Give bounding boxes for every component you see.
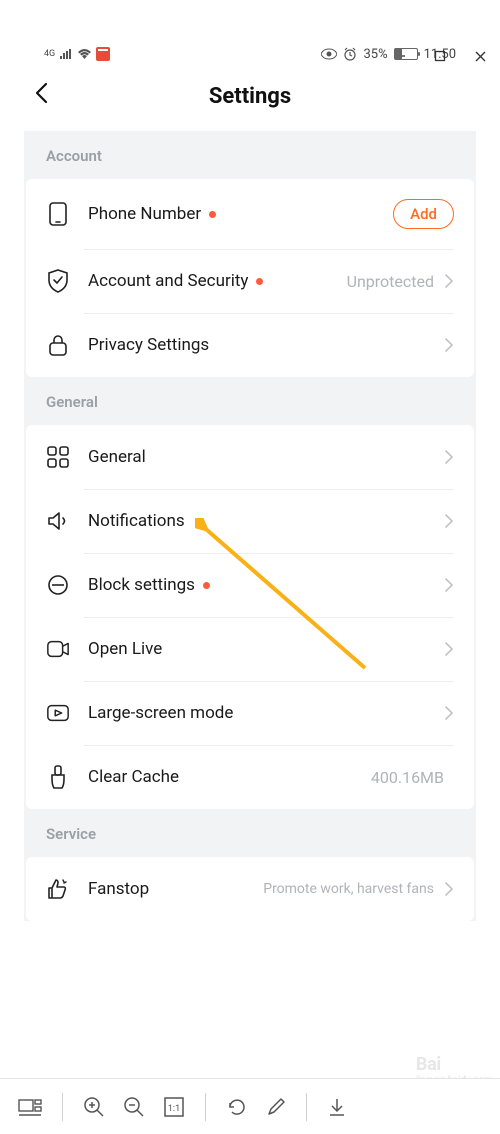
- video-icon: [46, 637, 70, 661]
- zoom-out-button[interactable]: [123, 1096, 145, 1118]
- shield-icon: [46, 269, 70, 293]
- row-value: 400.16MB: [371, 768, 444, 787]
- rotate-button[interactable]: [226, 1096, 248, 1118]
- chevron-right-icon: [444, 449, 454, 465]
- chevron-right-icon: [444, 881, 454, 897]
- window-close-button[interactable]: [472, 48, 488, 64]
- row-large-screen[interactable]: Large-screen mode: [26, 681, 474, 745]
- grid-icon: [46, 445, 70, 469]
- eye-icon: [321, 48, 337, 60]
- row-label: Block settings: [88, 575, 195, 595]
- row-notifications[interactable]: Notifications: [26, 489, 474, 553]
- zoom-in-button[interactable]: [83, 1096, 105, 1118]
- back-button[interactable]: [30, 80, 56, 106]
- lock-icon: [46, 333, 70, 357]
- chevron-right-icon: [444, 705, 454, 721]
- svg-text:1:1: 1:1: [168, 1104, 180, 1114]
- signal-icon: [59, 48, 73, 60]
- speaker-icon: [46, 509, 70, 533]
- wifi-icon: [77, 48, 92, 60]
- toolbar-divider: [306, 1093, 307, 1121]
- section-header-account: Account: [24, 131, 476, 179]
- actual-size-button[interactable]: 1:1: [163, 1096, 185, 1118]
- row-value: Unprotected: [347, 272, 434, 291]
- chevron-right-icon: [444, 337, 454, 353]
- download-button[interactable]: [327, 1097, 347, 1117]
- alert-dot: [256, 278, 263, 285]
- broom-icon: [46, 765, 70, 789]
- alert-dot: [203, 582, 210, 589]
- block-icon: [46, 573, 70, 597]
- alert-dot: [209, 211, 216, 218]
- row-label: Account and Security: [88, 271, 248, 291]
- row-label: Fanstop: [88, 879, 149, 899]
- row-label: Open Live: [88, 639, 162, 659]
- chevron-right-icon: [444, 273, 454, 289]
- row-label: Notifications: [88, 511, 185, 531]
- row-block-settings[interactable]: Block settings: [26, 553, 474, 617]
- row-label: Privacy Settings: [88, 335, 209, 355]
- page-title: Settings: [209, 84, 291, 109]
- row-label: Large-screen mode: [88, 703, 233, 723]
- section-header-service: Service: [24, 809, 476, 857]
- window-maximize-button[interactable]: [432, 48, 448, 64]
- chevron-right-icon: [444, 577, 454, 593]
- row-account-security[interactable]: Account and Security Unprotected: [26, 249, 474, 313]
- row-label: Clear Cache: [88, 767, 179, 787]
- thumbnails-button[interactable]: [18, 1097, 42, 1117]
- row-general[interactable]: General: [26, 425, 474, 489]
- network-indicator: 4G: [44, 49, 55, 59]
- battery-percent: 35%: [363, 47, 387, 62]
- toolbar-divider: [205, 1093, 206, 1121]
- calendar-icon: [96, 47, 110, 61]
- battery-icon: [394, 48, 418, 60]
- row-privacy-settings[interactable]: Privacy Settings: [26, 313, 474, 377]
- row-label: Phone Number: [88, 204, 201, 224]
- row-clear-cache[interactable]: Clear Cache 400.16MB: [26, 745, 474, 809]
- section-header-general: General: [24, 377, 476, 425]
- edit-button[interactable]: [266, 1097, 286, 1117]
- row-fanstop[interactable]: Fanstop Promote work, harvest fans: [26, 857, 474, 921]
- chevron-right-icon: [444, 513, 454, 529]
- phone-icon: [46, 202, 70, 226]
- row-label: General: [88, 447, 146, 467]
- row-open-live[interactable]: Open Live: [26, 617, 474, 681]
- screen-icon: [46, 701, 70, 725]
- thumbs-up-icon: [46, 877, 70, 901]
- row-phone-number[interactable]: Phone Number Add: [26, 179, 474, 249]
- toolbar-divider: [62, 1093, 63, 1121]
- alarm-icon: [343, 47, 357, 61]
- row-value: Promote work, harvest fans: [263, 881, 434, 897]
- add-button[interactable]: Add: [393, 199, 454, 229]
- chevron-right-icon: [444, 641, 454, 657]
